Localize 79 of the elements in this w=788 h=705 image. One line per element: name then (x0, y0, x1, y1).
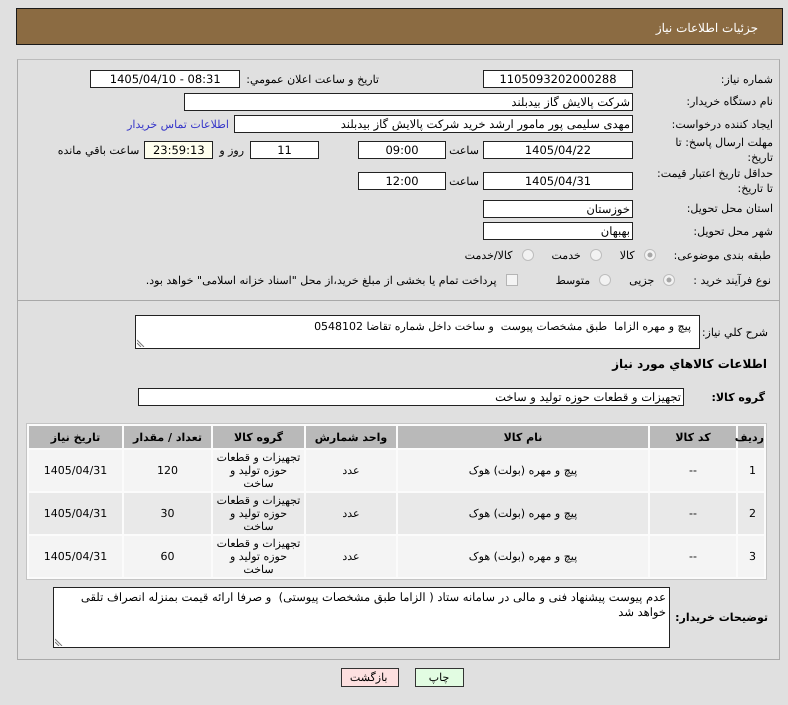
summary-textarea[interactable]: پیچ و مهره الزاما طبق مشخصات پیوست و ساخت داخل شماره تقاضا 0548102 (135, 315, 700, 349)
field-label: استان محل تحویل: (686, 202, 774, 215)
goods-group-field[interactable]: تجهیزات و قطعات حوزه تولید و ساخت (138, 388, 684, 406)
field-label: نام دستگاه خریدار: (685, 95, 774, 108)
checkbox[interactable] (506, 274, 518, 286)
time-field[interactable]: 09:00 (358, 141, 446, 159)
table-cell: -- (650, 493, 736, 534)
table-cell: عدد (306, 450, 396, 491)
table-cell: 120 (124, 450, 211, 491)
field-label: حداقل تاریخ اعتبار قیمت: تا تاریخ: (656, 166, 774, 196)
need-number-field[interactable]: 1105093202000288 (483, 70, 633, 88)
field-label: طبقه بندی موضوعی: (674, 248, 772, 262)
table-cell: عدد (306, 536, 396, 577)
column-header: گروه کالا (213, 426, 304, 448)
table-cell: تجهیزات و قطعات حوزه تولید و ساخت (213, 536, 304, 577)
contact-link[interactable]: اطلاعات تماس خریدار (127, 118, 229, 130)
table-cell: 1405/04/31 (29, 493, 122, 534)
table-cell: 2 (738, 493, 764, 534)
field-label: نوع فرآیند خرید : (693, 274, 772, 286)
table-cell: تجهیزات و قطعات حوزه تولید و ساخت (213, 450, 304, 491)
field-label: گروه کالا: (710, 390, 766, 404)
field-label: ایجاد کننده درخواست: (670, 118, 774, 130)
resize-grip-icon[interactable] (137, 339, 145, 347)
days-field[interactable]: 11 (250, 141, 320, 159)
radio-button[interactable] (599, 274, 612, 286)
table-cell: عدد (306, 493, 396, 534)
checkbox-label: پرداخت تمام یا بخشی از مبلغ خرید،از محل "اسناد خزانه اسلامی" خواهد بود. (146, 274, 497, 286)
table-cell: 1405/04/31 (29, 536, 122, 577)
resize-grip-icon[interactable] (55, 638, 63, 646)
table-cell: 1405/04/31 (29, 450, 122, 491)
table-cell: پیچ و مهره (بولت) هوک (398, 536, 648, 577)
radio-label: خدمت (552, 248, 581, 262)
time-field[interactable]: 12:00 (358, 172, 446, 190)
radio-button[interactable] (644, 249, 656, 261)
field-label: تاريخ و ساعت اعلان عمومي: (246, 72, 379, 86)
field-label: شرح کلي نياز: (700, 326, 769, 338)
city-field[interactable]: بهبهان (483, 222, 633, 240)
province-field[interactable]: خوزستان (483, 200, 633, 218)
radio-label: جزیی (629, 274, 654, 286)
table-cell: 60 (124, 536, 211, 577)
field-label: روز و (219, 144, 244, 156)
table-cell: تجهیزات و قطعات حوزه تولید و ساخت (213, 493, 304, 534)
buyer-org-field[interactable]: شرکت پالایش گاز بیدبلند (184, 92, 633, 110)
column-header: کد کالا (650, 426, 736, 448)
date-field[interactable]: 1405/04/31 (483, 172, 633, 190)
radio-button[interactable] (590, 249, 602, 261)
page-title: جزئیات اطلاعات نیاز (656, 20, 758, 34)
column-header: تاریخ نیاز (29, 426, 122, 448)
action-button[interactable]: بازگشت (340, 668, 398, 687)
requester-field[interactable]: مهدی سلیمی پور مامور ارشد خرید شرکت پالایش گاز بیدبلند (234, 115, 633, 133)
radio-label: متوسط (556, 274, 590, 286)
field-label: شماره نیاز: (720, 72, 774, 86)
field-label: مهلت ارسال پاسخ: تا تاریخ: (674, 135, 774, 165)
section-title: اطلاعات کالاهاي مورد نياز (610, 356, 768, 372)
buyer-notes-textarea[interactable]: عدم پیوست پیشنهاد فنی و مالی در سامانه ستاد ( الزاما طبق مشخصات پیوستی) و صرفا ارائه قیمت بمنزله انصراف تلقی خواهد شد (53, 587, 670, 648)
radio-button[interactable] (522, 249, 534, 261)
radio-label: کالا (620, 248, 635, 262)
table-cell: 1 (738, 450, 764, 491)
column-header: واحد شمارش (306, 426, 396, 448)
radio-button[interactable] (663, 274, 676, 286)
radio-label: کالا/خدمت (464, 248, 512, 262)
field-label: شهر محل تحویل: (692, 224, 774, 238)
date-field[interactable]: 1405/04/22 (483, 141, 633, 159)
action-button[interactable]: چاپ (414, 668, 464, 687)
table-cell: 30 (124, 493, 211, 534)
announce-date-field[interactable]: 1405/04/10 - 08:31 (90, 70, 240, 88)
table-cell: پیچ و مهره (بولت) هوک (398, 450, 648, 491)
table-cell: -- (650, 450, 736, 491)
table-cell: 3 (738, 536, 764, 577)
remaining-time-field[interactable]: 23:59:13 (144, 141, 214, 159)
column-header: تعداد / مقدار (124, 426, 211, 448)
field-label: ساعت (449, 174, 479, 188)
field-label: ساعت باقي مانده (58, 144, 140, 156)
column-header: نام کالا (398, 426, 648, 448)
table-cell: -- (650, 536, 736, 577)
field-label: ساعت (449, 144, 479, 156)
column-header: ردیف (738, 426, 764, 448)
field-label: توضیحات خریدار: (674, 611, 769, 624)
table-cell: پیچ و مهره (بولت) هوک (398, 493, 648, 534)
